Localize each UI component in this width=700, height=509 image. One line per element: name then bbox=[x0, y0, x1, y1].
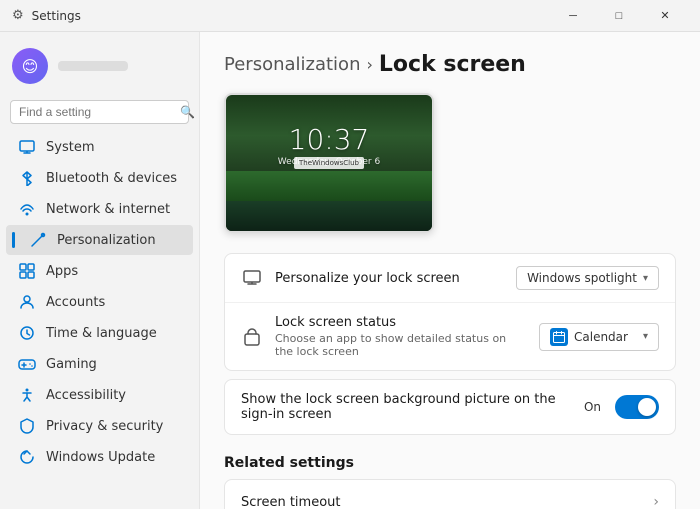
minimize-button[interactable]: ─ bbox=[550, 0, 596, 32]
lock-status-row: Lock screen status Choose an app to show… bbox=[225, 303, 675, 370]
breadcrumb: Personalization › Lock screen bbox=[224, 52, 676, 77]
system-label: System bbox=[46, 140, 94, 155]
sidebar-item-bluetooth[interactable]: Bluetooth & devices bbox=[6, 163, 193, 193]
privacy-icon bbox=[18, 417, 36, 435]
lockscreen-preview: 10:37 Wednesday, October 6 TheWindowsClu… bbox=[224, 93, 434, 233]
personalize-content: Personalize your lock screen bbox=[275, 271, 504, 286]
personalization-icon bbox=[29, 231, 47, 249]
breadcrumb-parent[interactable]: Personalization bbox=[224, 54, 360, 75]
personalize-control[interactable]: Windows spotlight ▾ bbox=[516, 266, 659, 290]
sidebar-item-privacy[interactable]: Privacy & security bbox=[6, 411, 193, 441]
accounts-icon bbox=[18, 293, 36, 311]
app-container: 😊 🔍 System Bluetooth & devices Netw bbox=[0, 32, 700, 509]
titlebar: ⚙ Settings ─ □ ✕ bbox=[0, 0, 700, 32]
sidebar-item-accounts[interactable]: Accounts bbox=[6, 287, 193, 317]
breadcrumb-current: Lock screen bbox=[379, 52, 526, 77]
user-section: 😊 bbox=[0, 40, 199, 96]
sidebar: 😊 🔍 System Bluetooth & devices Netw bbox=[0, 32, 200, 509]
network-icon bbox=[18, 200, 36, 218]
maximize-button[interactable]: □ bbox=[596, 0, 642, 32]
time-icon bbox=[18, 324, 36, 342]
accessibility-icon bbox=[18, 386, 36, 404]
personalize-dropdown-label: Windows spotlight bbox=[527, 271, 637, 285]
settings-icon: ⚙ bbox=[12, 8, 24, 23]
avatar: 😊 bbox=[12, 48, 48, 84]
update-label: Windows Update bbox=[46, 450, 155, 465]
update-icon bbox=[18, 448, 36, 466]
screen-timeout-arrow-icon: › bbox=[653, 494, 659, 509]
sidebar-item-update[interactable]: Windows Update bbox=[6, 442, 193, 472]
apps-icon bbox=[18, 262, 36, 280]
lock-status-title: Lock screen status bbox=[275, 315, 527, 330]
sidebar-item-system[interactable]: System bbox=[6, 132, 193, 162]
privacy-label: Privacy & security bbox=[46, 419, 163, 434]
lock-status-icon bbox=[241, 326, 263, 348]
personalize-title: Personalize your lock screen bbox=[275, 271, 504, 286]
sidebar-item-apps[interactable]: Apps bbox=[6, 256, 193, 286]
search-input[interactable] bbox=[19, 105, 174, 119]
personalization-label: Personalization bbox=[57, 233, 156, 248]
accessibility-label: Accessibility bbox=[46, 388, 126, 403]
bluetooth-label: Bluetooth & devices bbox=[46, 171, 177, 186]
calendar-label: Calendar bbox=[574, 330, 628, 344]
active-indicator bbox=[12, 232, 15, 248]
window-controls: ─ □ ✕ bbox=[550, 0, 688, 32]
gaming-label: Gaming bbox=[46, 357, 97, 372]
lock-status-subtitle: Choose an app to show detailed status on… bbox=[275, 332, 527, 358]
lock-status-content: Lock screen status Choose an app to show… bbox=[275, 315, 527, 358]
bluetooth-icon bbox=[18, 169, 36, 187]
time-label: Time & language bbox=[46, 326, 157, 341]
search-icon: 🔍 bbox=[180, 105, 195, 119]
lock-status-control[interactable]: Calendar ▾ bbox=[539, 323, 659, 351]
sidebar-item-network[interactable]: Network & internet bbox=[6, 194, 193, 224]
main-content: Personalization › Lock screen 10:37 Wedn… bbox=[200, 32, 700, 509]
personalize-dropdown[interactable]: Windows spotlight ▾ bbox=[516, 266, 659, 290]
watermark: TheWindowsClub bbox=[294, 157, 364, 169]
lock-screen-settings-card: Personalize your lock screen Windows spo… bbox=[224, 253, 676, 371]
lockscreen-reflection bbox=[226, 201, 432, 231]
titlebar-title: Settings bbox=[32, 9, 81, 23]
signin-screen-row: Show the lock screen background picture … bbox=[225, 380, 675, 434]
calendar-dropdown[interactable]: Calendar ▾ bbox=[539, 323, 659, 351]
sidebar-item-time[interactable]: Time & language bbox=[6, 318, 193, 348]
network-label: Network & internet bbox=[46, 202, 170, 217]
screen-timeout-row[interactable]: Screen timeout › bbox=[225, 480, 675, 509]
lockscreen-time: 10:37 bbox=[289, 123, 370, 156]
calendar-chevron-icon: ▾ bbox=[643, 331, 648, 342]
toggle-on-label: On bbox=[584, 400, 601, 414]
sidebar-item-gaming[interactable]: Gaming bbox=[6, 349, 193, 379]
user-name bbox=[58, 61, 128, 71]
system-icon bbox=[18, 138, 36, 156]
chevron-down-icon: ▾ bbox=[643, 273, 648, 284]
gaming-icon bbox=[18, 355, 36, 373]
sidebar-item-accessibility[interactable]: Accessibility bbox=[6, 380, 193, 410]
search-box[interactable]: 🔍 bbox=[10, 100, 189, 124]
sidebar-item-personalization[interactable]: Personalization bbox=[6, 225, 193, 255]
related-settings-card: Screen timeout › Screen saver ↗ bbox=[224, 479, 676, 509]
apps-label: Apps bbox=[46, 264, 78, 279]
screen-timeout-label: Screen timeout bbox=[241, 495, 653, 509]
toggle-container: On bbox=[584, 395, 659, 419]
close-button[interactable]: ✕ bbox=[642, 0, 688, 32]
related-settings-header: Related settings bbox=[224, 455, 676, 471]
personalize-row: Personalize your lock screen Windows spo… bbox=[225, 254, 675, 303]
signin-screen-content: Show the lock screen background picture … bbox=[241, 392, 572, 422]
personalize-icon bbox=[241, 267, 263, 289]
breadcrumb-separator: › bbox=[366, 55, 372, 74]
signin-screen-card: Show the lock screen background picture … bbox=[224, 379, 676, 435]
toggle-switch[interactable] bbox=[615, 395, 659, 419]
avatar-initial: 😊 bbox=[22, 57, 39, 76]
signin-screen-title: Show the lock screen background picture … bbox=[241, 392, 572, 422]
toggle-thumb bbox=[638, 398, 656, 416]
accounts-label: Accounts bbox=[46, 295, 105, 310]
calendar-badge bbox=[550, 328, 568, 346]
